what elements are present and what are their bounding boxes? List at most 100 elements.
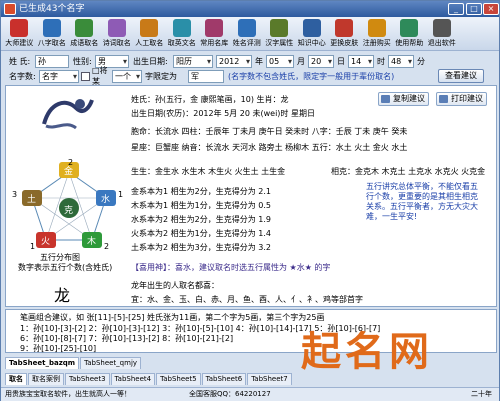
tab-sheet7[interactable]: TabSheet7 bbox=[247, 373, 292, 385]
copy-advice-button[interactable]: 复制建议 bbox=[378, 92, 429, 106]
month-select[interactable]: 05 bbox=[266, 54, 294, 68]
toolbar-button-6[interactable]: 常用名库 bbox=[198, 17, 231, 51]
tab-sheet6[interactable]: TabSheet6 bbox=[201, 373, 247, 385]
stroke-note: 笔画组合建议，如 张[11]-[5]-[25] 姓氏张为11画，第二个字为5画，… bbox=[20, 313, 325, 322]
earth-label: 土 bbox=[27, 195, 37, 205]
outer-tabs: 取名 取名案例 TabSheet3 TabSheet4 TabSheet5 Ta… bbox=[5, 373, 293, 385]
water-count: 1 bbox=[118, 190, 124, 199]
calendar-select[interactable]: 阳历 bbox=[173, 54, 213, 68]
metal-score: 金系本为1 相生为2分，生克得分为 2.1 bbox=[131, 187, 271, 196]
minimize-button[interactable]: _ bbox=[448, 3, 464, 15]
toolbar-label: 使用帮助 bbox=[395, 39, 424, 47]
fixed-char-prefix: 字限定为 bbox=[145, 71, 177, 81]
toolbar-button-12[interactable]: 使用帮助 bbox=[393, 17, 426, 51]
toolbar-button-0[interactable]: 大师建议 bbox=[3, 17, 36, 51]
fire-score: 火系本为2 相生为1分，生克得分为 1.4 bbox=[131, 229, 271, 238]
hour-unit: 时 bbox=[377, 56, 385, 66]
toolbar-button-13[interactable]: 退出软件 bbox=[426, 17, 459, 51]
title-bar: 已生成43个名字 _ □ × bbox=[1, 1, 499, 17]
day-select[interactable]: 20 bbox=[308, 54, 334, 68]
toolbar-button-5[interactable]: 取英文名 bbox=[166, 17, 199, 51]
toolbar-button-10[interactable]: 更换皮肤 bbox=[328, 17, 361, 51]
toolbar-label: 注册购买 bbox=[362, 39, 391, 47]
year-select[interactable]: 2012 bbox=[216, 54, 252, 68]
app-icon bbox=[4, 3, 16, 15]
useful-god-line: 【喜用神】：喜水，建议取名时选五行属性为 ★水★ 的字 bbox=[131, 263, 331, 272]
dragon-icon bbox=[42, 99, 94, 130]
toolbar-button-1[interactable]: 八字取名 bbox=[36, 17, 69, 51]
fixed-char-input[interactable]: 军 bbox=[188, 69, 224, 83]
bazi-icon bbox=[42, 19, 61, 37]
toolbar-button-11[interactable]: 注册购买 bbox=[361, 17, 394, 51]
zodiac-radicals: 宜：水、金、玉、白、赤、月、鱼、酉、人、亻、衤、鸡等部首字 bbox=[131, 295, 363, 304]
print-icon bbox=[439, 95, 448, 103]
char-icon bbox=[270, 19, 289, 37]
copy-icon bbox=[381, 95, 390, 103]
surname-input[interactable]: 孙 bbox=[35, 54, 69, 68]
tab-sheet4[interactable]: TabSheet4 bbox=[110, 373, 156, 385]
toolbar-button-7[interactable]: 姓名评测 bbox=[231, 17, 264, 51]
minute-select[interactable]: 48 bbox=[388, 54, 414, 68]
maximize-button[interactable]: □ bbox=[466, 3, 482, 15]
toolbar-label: 取英文名 bbox=[167, 39, 196, 47]
close-button[interactable]: × bbox=[483, 3, 499, 15]
constellation-line: 星座：巨蟹座 纳音：长流水 天河水 路旁土 杨柳木 五行：水土 火土 金火 水土 bbox=[131, 143, 408, 152]
toolbar-label: 姓名评测 bbox=[232, 39, 261, 47]
toolbar-label: 更换皮肤 bbox=[330, 39, 359, 47]
zodiac-character: 龙 bbox=[54, 286, 71, 305]
app-window: 已生成43个名字 _ □ × 大师建议 八字取名 成语取名 诗词取名 人工取名 取英文名常… bbox=[0, 0, 500, 401]
toolbar-button-8[interactable]: 汉字属性 bbox=[263, 17, 296, 51]
balance-note: 五行讲究总体平衡，不能仅看五行个数，更重要的是其相生相克关系。五行平衡者，方无大… bbox=[366, 182, 478, 221]
ke-line: 相克：金克木 木克土 土克水 水克火 火克金 bbox=[331, 167, 486, 176]
tab-bazqm[interactable]: TabSheet_bazqm bbox=[5, 357, 80, 369]
tab-sheet5[interactable]: TabSheet5 bbox=[156, 373, 201, 385]
bazi-line: 胞命：长流水 四柱：壬辰年 丁未月 庚午日 癸未时 八字：壬辰 丁未 庚午 癸未 bbox=[131, 127, 408, 136]
tab-sheet3[interactable]: TabSheet3 bbox=[65, 373, 110, 385]
month-unit: 月 bbox=[297, 56, 305, 66]
name-options-row: 名字数: 名字 □将某 一个 字限定为 军 (名字数不包含姓氏，限定字一般用于辈… bbox=[1, 66, 499, 86]
surname-label: 姓 氏: bbox=[9, 56, 31, 66]
window-title: 已生成43个名字 bbox=[19, 4, 85, 14]
print-advice-button[interactable]: 打印建议 bbox=[436, 92, 487, 106]
fixed-char-checkbox[interactable] bbox=[81, 71, 90, 81]
name-count-select[interactable]: 名字 bbox=[39, 69, 79, 83]
surname-info: 姓氏：孙(五行，金 康熙笔画，10) 生肖：龙 bbox=[131, 95, 289, 104]
name-count-label: 名字数: bbox=[9, 71, 36, 81]
tab-cases[interactable]: 取名案例 bbox=[28, 373, 64, 385]
toolbar-button-2[interactable]: 成语取名 bbox=[68, 17, 101, 51]
toolbar-label: 汉字属性 bbox=[265, 39, 294, 47]
toolbar-label: 退出软件 bbox=[427, 39, 456, 47]
exit-icon bbox=[432, 19, 451, 37]
toolbar-button-3[interactable]: 诗词取名 bbox=[101, 17, 134, 51]
toolbar: 大师建议 八字取名 成语取名 诗词取名 人工取名 取英文名 常用名库 姓名评测 汉字属性 知识中心… bbox=[1, 17, 499, 51]
register-icon bbox=[367, 19, 386, 37]
status-extra: 二十年 bbox=[471, 390, 492, 398]
view-advice-button[interactable]: 查看建议 bbox=[438, 69, 484, 83]
zodiac-intro: 龙年出生的人取名都喜： bbox=[131, 281, 219, 290]
site-watermark: 起名网 bbox=[301, 328, 433, 375]
toolbar-label: 知识中心 bbox=[297, 39, 326, 47]
earth-score: 土系本为2 相生为3分，生克得分为 3.2 bbox=[131, 243, 271, 252]
fire-label: 火 bbox=[41, 237, 51, 247]
water-label: 水 bbox=[101, 195, 111, 205]
sheng-line: 生生：金生水 水生木 木生火 火生土 土生金 bbox=[131, 167, 286, 176]
toolbar-button-9[interactable]: 知识中心 bbox=[296, 17, 329, 51]
wood-count: 2 bbox=[104, 242, 110, 251]
center-label: 克 bbox=[64, 206, 74, 216]
inner-tabs: TabSheet_bazqm TabSheet_qmjy bbox=[5, 357, 142, 369]
metal-count: 2 bbox=[68, 158, 74, 167]
toolbar-label: 成语取名 bbox=[70, 39, 99, 47]
year-unit: 年 bbox=[255, 56, 263, 66]
tab-quming[interactable]: 取名 bbox=[5, 373, 27, 385]
tab-qmjy[interactable]: TabSheet_qmjy bbox=[80, 357, 142, 369]
form-hint: (名字数不包含姓氏，限定字一般用于辈份取名) bbox=[228, 71, 395, 81]
idiom-icon bbox=[75, 19, 94, 37]
skin-icon bbox=[335, 19, 354, 37]
toolbar-label: 常用名库 bbox=[200, 39, 229, 47]
toolbar-button-4[interactable]: 人工取名 bbox=[133, 17, 166, 51]
hour-select[interactable]: 14 bbox=[348, 54, 374, 68]
water-score: 水系本为2 相生为2分，生克得分为 1.9 bbox=[131, 215, 271, 224]
wood-score: 木系本为1 相生为1分，生克得分为 0.5 bbox=[131, 201, 271, 210]
fixed-position-select[interactable]: 一个 bbox=[112, 69, 142, 83]
diagram-subcaption: 数字表示五行个数(含姓氏) bbox=[18, 263, 113, 272]
